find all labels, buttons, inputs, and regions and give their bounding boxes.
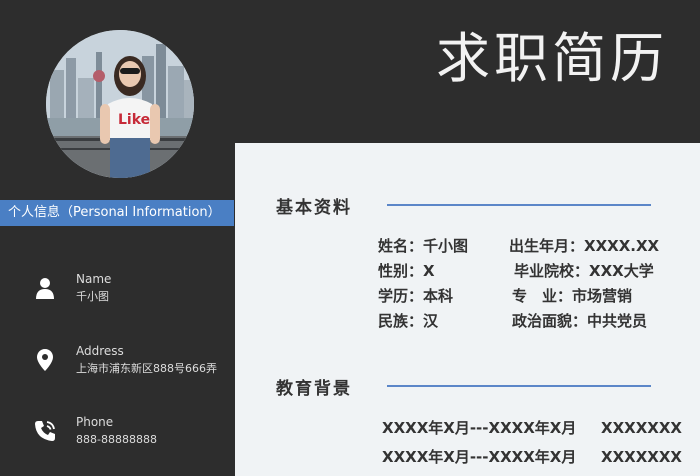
info-cell-political: 政治面貌：中共党员 bbox=[512, 312, 648, 330]
content-panel: 基本资料 姓名：千小图 出生年月：XXXX.XX 性别：X 毕业院校：XXX大学… bbox=[235, 143, 700, 476]
info-cell-birth: 出生年月：XXXX.XX bbox=[509, 237, 660, 255]
contact-address: Address 上海市浦东新区888号666弄 bbox=[30, 343, 230, 383]
education-period: XXXX年X月---XXXX年X月 bbox=[382, 419, 577, 437]
info-cell-gender: 性别：X bbox=[378, 262, 435, 280]
contact-phone-label: Phone bbox=[76, 415, 114, 429]
avatar-photo: Like bbox=[46, 30, 194, 178]
info-cell-major: 专 业：市场营销 bbox=[512, 287, 633, 305]
page-title: 求职简历 bbox=[436, 27, 668, 90]
svg-text:Like: Like bbox=[118, 112, 150, 128]
phone-icon bbox=[32, 418, 58, 444]
contact-name-label: Name bbox=[76, 272, 112, 286]
resume-page: 求职简历 Like 个人信息（Personal Information） Nam… bbox=[0, 0, 700, 476]
contact-phone-text: Phone 888-88888888 bbox=[76, 414, 236, 448]
info-cell-degree: 学历：本科 bbox=[378, 287, 454, 305]
avatar: Like bbox=[46, 30, 194, 178]
education-school: XXXXXXX bbox=[601, 448, 682, 466]
person-icon bbox=[32, 275, 58, 301]
personal-info-section-label: 个人信息（Personal Information） bbox=[0, 200, 234, 226]
contact-name: Name 千小图 bbox=[30, 271, 230, 311]
education-heading: 教育背景 bbox=[276, 379, 352, 399]
info-cell-name: 姓名：千小图 bbox=[378, 237, 469, 255]
info-cell-ethnicity: 民族：汉 bbox=[378, 312, 439, 330]
education-period: XXXX年X月---XXXX年X月 bbox=[382, 448, 577, 466]
contact-address-text: Address 上海市浦东新区888号666弄 bbox=[76, 343, 236, 377]
contact-phone: Phone 888-88888888 bbox=[30, 414, 230, 454]
contact-name-value: 千小图 bbox=[76, 290, 109, 303]
basic-info-divider bbox=[387, 204, 651, 206]
contact-address-value: 上海市浦东新区888号666弄 bbox=[76, 362, 217, 375]
basic-info-heading: 基本资料 bbox=[276, 198, 352, 218]
education-divider bbox=[387, 385, 651, 387]
contact-phone-value: 888-88888888 bbox=[76, 433, 157, 446]
education-school: XXXXXXX bbox=[601, 419, 682, 437]
contact-address-label: Address bbox=[76, 344, 124, 358]
contact-name-text: Name 千小图 bbox=[76, 271, 236, 305]
location-pin-icon bbox=[32, 347, 58, 373]
info-cell-school: 毕业院校：XXX大学 bbox=[514, 262, 654, 280]
